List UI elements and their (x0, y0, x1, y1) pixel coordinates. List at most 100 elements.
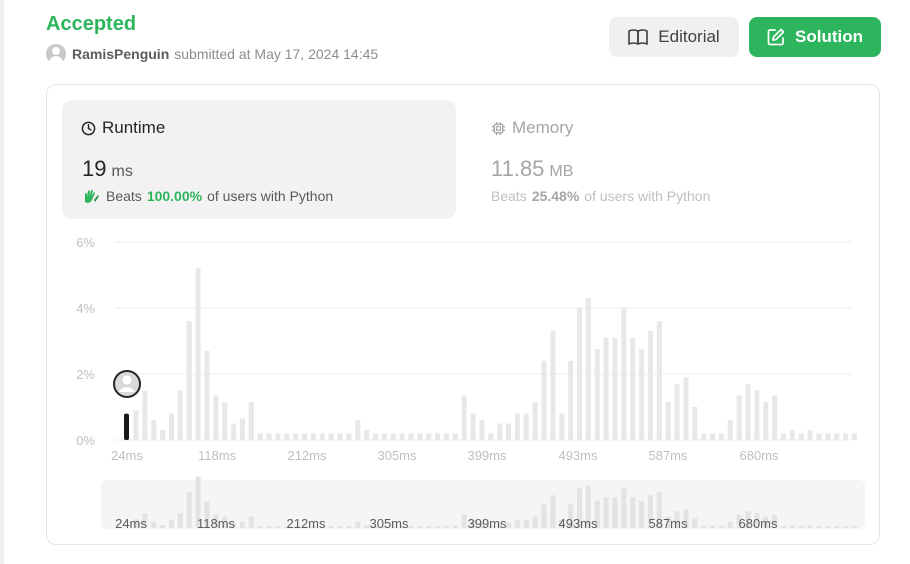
navigator-bar (834, 526, 840, 528)
navigator-tick-label: 587ms (648, 516, 688, 531)
x-tick-label: 212ms (287, 448, 327, 463)
chart-bar (213, 395, 219, 440)
navigator-bar (550, 495, 556, 528)
navigator-bar (710, 526, 716, 528)
navigator-bar (160, 525, 166, 528)
navigator-bar (514, 520, 520, 528)
navigator-bar (603, 497, 609, 528)
chart-bar (621, 308, 627, 440)
chart-bar (763, 402, 769, 440)
chart-bar (843, 433, 849, 440)
navigator-bar (177, 513, 183, 528)
chart-bar (497, 423, 503, 440)
navigator-bar (443, 526, 449, 528)
chart-bar (151, 420, 157, 440)
chart-bar (736, 395, 742, 440)
navigator-bar (168, 520, 174, 528)
navigator-bar (851, 526, 857, 528)
chart-bar (683, 377, 689, 440)
chart-bar (559, 413, 565, 440)
navigator-tick-label: 305ms (369, 516, 409, 531)
chart-bar (452, 433, 458, 440)
chart-bar (718, 433, 724, 440)
chart-bar (594, 349, 600, 440)
chart-bar (381, 433, 387, 440)
chart-bar (284, 433, 290, 440)
navigator-bar (355, 522, 361, 528)
chart-bar (514, 413, 520, 440)
chart-bar (302, 433, 308, 440)
chart-bar (222, 402, 228, 440)
chart-bar (133, 410, 139, 440)
navigator-tick-label: 118ms (197, 516, 236, 531)
navigator-bar (630, 497, 636, 528)
navigator-bar (816, 526, 822, 528)
chart-bar (630, 337, 636, 440)
navigator-bar (337, 526, 343, 528)
navigator-bar (328, 526, 334, 528)
navigator-tick-label: 399ms (467, 516, 507, 531)
chart-bar (310, 433, 316, 440)
chart-bar (461, 395, 467, 440)
chart-bar (639, 349, 645, 440)
navigator-bar (532, 516, 538, 528)
navigator-bar (718, 526, 724, 528)
navigator-bar (701, 526, 707, 528)
navigator-bar (257, 526, 263, 528)
chart-bar (390, 433, 396, 440)
y-tick-label: 6% (76, 235, 95, 250)
navigator-bar (186, 492, 192, 528)
navigator-bar (807, 525, 813, 528)
navigator-bar (727, 522, 733, 528)
navigator-bar (692, 518, 698, 528)
navigator-tick-label: 493ms (558, 516, 598, 531)
chart-bar (851, 433, 857, 440)
navigator-bar (364, 525, 370, 528)
navigator-tick-label: 680ms (738, 516, 778, 531)
chart-bar (807, 430, 813, 440)
chart-bar (781, 433, 787, 440)
chart-bar (834, 433, 840, 440)
y-tick-label: 2% (76, 367, 95, 382)
chart-bar (319, 433, 325, 440)
chart-bar (293, 433, 299, 440)
chart-bar (603, 337, 609, 440)
chart-bar (665, 402, 671, 440)
chart-bar (568, 360, 574, 440)
chart-bar (266, 433, 272, 440)
chart-bar (186, 321, 192, 440)
navigator-bar (266, 526, 272, 528)
chart-bar (585, 298, 591, 440)
navigator-bar (239, 521, 245, 528)
chart-bar (692, 407, 698, 440)
chart-bar (204, 350, 210, 440)
chart-bar (647, 331, 653, 440)
chart-bar (160, 430, 166, 440)
x-tick-label: 493ms (558, 448, 598, 463)
navigator-bar (275, 526, 281, 528)
x-tick-label: 680ms (739, 448, 779, 463)
chart-bar (195, 268, 201, 440)
navigator-bar (541, 504, 547, 528)
x-tick-label: 587ms (648, 448, 688, 463)
chart-bar (408, 433, 414, 440)
x-tick-label: 305ms (377, 448, 417, 463)
navigator-bar (346, 526, 352, 528)
chart-bar (674, 383, 680, 440)
chart-bar (710, 433, 716, 440)
x-tick-label: 399ms (467, 448, 507, 463)
chart-bar (346, 433, 352, 440)
chart-bar (399, 433, 405, 440)
navigator-bar (461, 514, 467, 528)
navigator-bar (781, 526, 787, 528)
navigator-bar (248, 516, 254, 528)
chart-bar (577, 308, 582, 440)
x-tick-label: 24ms (111, 448, 143, 463)
chart-bar (142, 390, 148, 440)
chart-bar (372, 433, 378, 440)
chart-bar (257, 433, 263, 440)
chart-bar (754, 390, 760, 440)
navigator-bar (506, 523, 512, 528)
navigator-bar (523, 520, 529, 528)
chart-bar (443, 433, 449, 440)
